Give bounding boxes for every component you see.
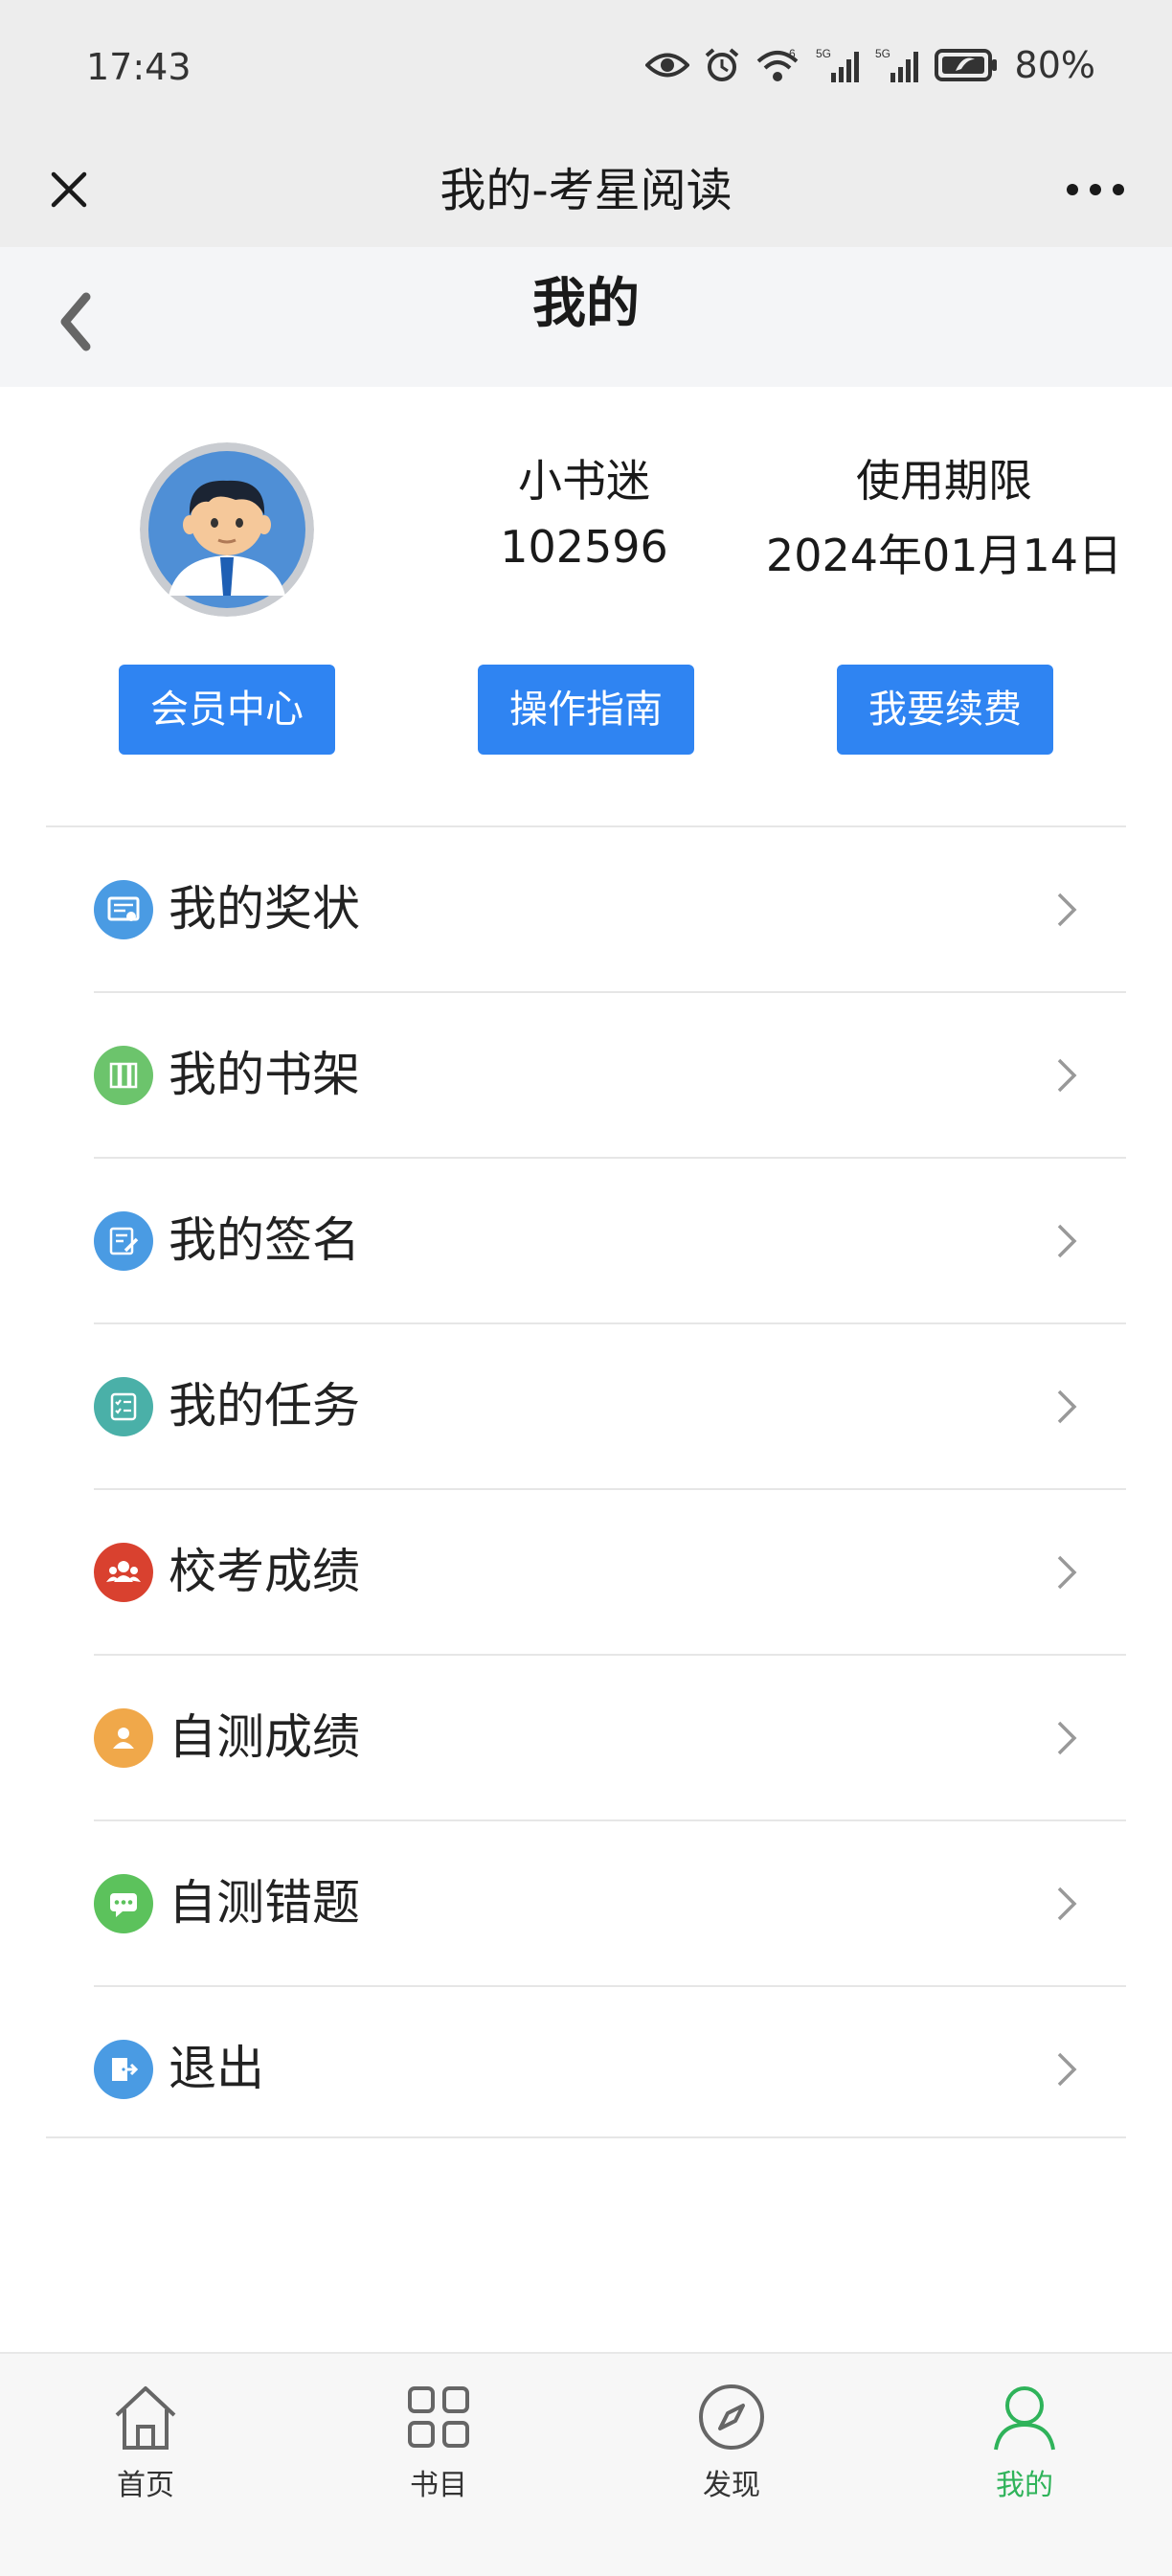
menu-item-signature[interactable]: 我的签名 <box>94 1159 1126 1324</box>
menu-item-label: 自测成绩 <box>169 1709 360 1765</box>
battery-icon <box>934 49 997 81</box>
chevron-right-icon <box>1057 1721 1077 1755</box>
guide-button[interactable]: 操作指南 <box>478 665 694 755</box>
compass-icon <box>699 2384 764 2450</box>
menu-item-certificates[interactable]: 我的奖状 <box>94 827 1126 993</box>
tab-home[interactable]: 首页 <box>50 2381 241 2503</box>
bookshelf-icon <box>94 1046 153 1105</box>
menu-item-self-test-mistakes[interactable]: 自测错题 <box>94 1821 1126 1987</box>
menu-item-logout[interactable]: 退出 <box>94 1987 1126 2151</box>
menu-item-label: 我的书架 <box>169 1047 360 1102</box>
svg-text:5G: 5G <box>875 47 890 60</box>
divider <box>46 2136 1126 2138</box>
chevron-right-icon <box>1057 1887 1077 1921</box>
menu-item-label: 我的奖状 <box>169 881 360 937</box>
tab-label: 我的 <box>996 2469 1053 2502</box>
signal-icon-1: 5G <box>816 47 859 82</box>
battery-percent: 80% <box>1014 44 1095 86</box>
grid-icon <box>408 2386 469 2448</box>
window-title: 我的-考星阅读 <box>440 164 732 217</box>
chat-icon <box>94 1874 153 1933</box>
signal-icon-2: 5G <box>875 47 918 82</box>
menu-item-self-test-scores[interactable]: 自测成绩 <box>94 1656 1126 1821</box>
expiry-date: 2024年01月14日 <box>765 530 1123 581</box>
page-header: 我的 <box>0 247 1172 387</box>
menu-item-label: 自测错题 <box>169 1875 360 1931</box>
task-list-icon <box>94 1377 153 1436</box>
menu-item-school-exam-scores[interactable]: 校考成绩 <box>94 1490 1126 1656</box>
user-nickname: 小书迷 <box>518 455 650 507</box>
eye-icon <box>644 53 689 78</box>
chevron-right-icon <box>1057 1058 1077 1093</box>
user-icon <box>994 2386 1055 2451</box>
tab-discover[interactable]: 发现 <box>636 2381 827 2503</box>
status-time: 17:43 <box>86 46 192 88</box>
avatar-image <box>140 442 314 617</box>
menu-item-label: 校考成绩 <box>169 1544 360 1599</box>
status-icons: 6 5G 5G 80% <box>644 44 1095 86</box>
more-icon[interactable] <box>1057 161 1134 218</box>
mini-program-title-bar: 我的-考星阅读 <box>0 134 1172 247</box>
wifi-icon: 6 <box>756 47 798 81</box>
chevron-right-icon <box>1057 2052 1077 2087</box>
renew-button[interactable]: 我要续费 <box>837 665 1053 755</box>
group-icon <box>94 1543 153 1602</box>
bottom-tab-bar: 首页 书目 发现 我的 <box>0 2352 1172 2576</box>
tab-label: 书目 <box>410 2469 467 2502</box>
menu-item-label: 我的签名 <box>169 1212 360 1268</box>
chevron-right-icon <box>1057 1390 1077 1424</box>
home-icon <box>115 2386 176 2450</box>
menu-item-tasks[interactable]: 我的任务 <box>94 1324 1126 1490</box>
member-center-button[interactable]: 会员中心 <box>119 665 335 755</box>
logout-icon <box>94 2040 153 2099</box>
expiry-label: 使用期限 <box>856 455 1032 507</box>
person-icon <box>94 1708 153 1768</box>
tab-catalog[interactable]: 书目 <box>343 2381 534 2503</box>
chevron-right-icon <box>1057 1224 1077 1258</box>
avatar[interactable] <box>140 442 314 617</box>
status-bar: 17:43 6 5G 5G 80% <box>0 0 1172 134</box>
menu-list: 我的奖状 我的书架 我的签名 我的任务 校考成绩 自测成绩 自测错题 退出 <box>94 827 1126 2151</box>
menu-item-label: 我的任务 <box>169 1378 360 1434</box>
user-id: 102596 <box>500 521 668 573</box>
alarm-icon <box>705 48 738 81</box>
tab-label: 首页 <box>117 2469 174 2502</box>
page-title: 我的 <box>532 273 640 335</box>
certificate-icon <box>94 880 153 939</box>
tab-mine[interactable]: 我的 <box>929 2381 1120 2503</box>
menu-item-bookshelf[interactable]: 我的书架 <box>94 993 1126 1159</box>
chevron-right-icon <box>1057 893 1077 927</box>
menu-item-label: 退出 <box>169 2041 264 2096</box>
svg-text:5G: 5G <box>816 47 831 60</box>
signature-icon <box>94 1211 153 1271</box>
tab-label: 发现 <box>703 2469 760 2502</box>
chevron-right-icon <box>1057 1555 1077 1590</box>
